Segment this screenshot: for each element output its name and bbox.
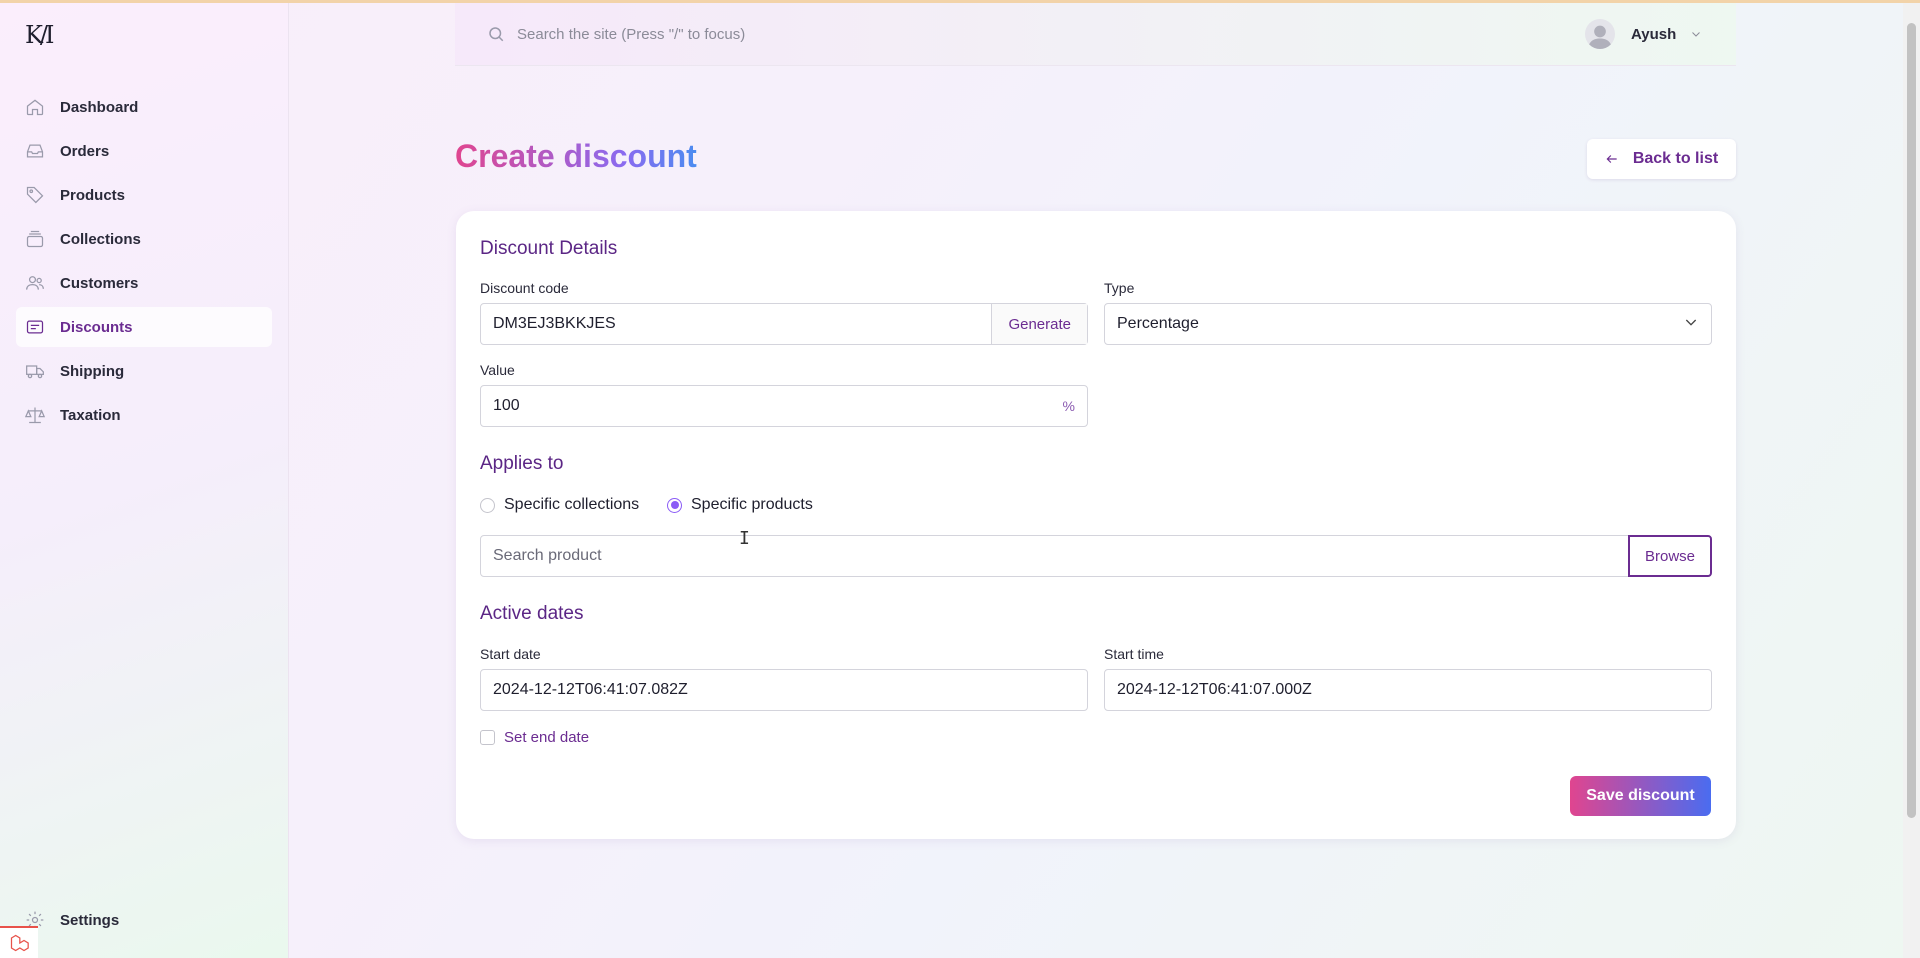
sidebar-item-discounts[interactable]: Discounts <box>16 307 272 347</box>
radio-button-checked[interactable] <box>667 497 682 513</box>
discount-code-field: Generate <box>480 303 1088 345</box>
receipt-icon <box>24 316 46 338</box>
users-icon <box>24 272 46 294</box>
truck-icon <box>24 360 46 382</box>
type-select[interactable]: Percentage <box>1104 303 1712 345</box>
applies-to-title: Applies to <box>480 453 564 474</box>
user-name: Ayush <box>1631 25 1677 43</box>
home-icon <box>24 96 46 118</box>
site-search <box>487 25 1017 43</box>
radio-specific-collections[interactable]: Specific collections <box>480 496 639 514</box>
start-date-label: Start date <box>480 646 541 662</box>
chevron-down-icon <box>1692 32 1701 37</box>
generate-button[interactable]: Generate <box>991 304 1087 344</box>
sidebar-item-dashboard[interactable]: Dashboard <box>16 87 272 127</box>
active-dates-title: Active dates <box>480 603 584 624</box>
sidebar-item-label: Orders <box>60 142 110 160</box>
value-input[interactable] <box>481 386 1051 426</box>
back-to-list-label: Back to list <box>1632 150 1719 167</box>
top-header: Ayush <box>455 3 1736 66</box>
value-field: % <box>480 385 1088 427</box>
sidebar-item-customers[interactable]: Customers <box>16 263 272 303</box>
radio-label: Specific products <box>691 496 813 513</box>
discount-details-title: Discount Details <box>480 238 618 259</box>
sidebar-item-label: Customers <box>60 274 139 292</box>
checkbox[interactable] <box>480 730 495 745</box>
stack-icon <box>24 228 46 250</box>
user-menu[interactable]: Ayush <box>1585 19 1702 49</box>
sidebar-item-settings[interactable]: Settings <box>24 909 119 931</box>
radio-button[interactable] <box>480 497 495 513</box>
set-end-date-checkbox[interactable]: Set end date <box>480 729 589 746</box>
sidebar-item-label: Shipping <box>60 362 125 380</box>
sidebar-item-products[interactable]: Products <box>16 175 272 215</box>
back-to-list-button[interactable]: Back to list <box>1587 139 1736 179</box>
sidebar-item-label: Collections <box>60 230 141 248</box>
type-label: Type <box>1104 280 1135 296</box>
discount-code-input[interactable] <box>481 304 992 344</box>
page-title: Create discount <box>455 138 697 174</box>
start-time-field <box>1104 669 1712 711</box>
product-search-field <box>480 535 1629 577</box>
sidebar-item-orders[interactable]: Orders <box>16 131 272 171</box>
avatar <box>1585 19 1615 49</box>
sidebar-item-label: Settings <box>60 911 120 929</box>
page-scrollbar[interactable] <box>1903 3 1920 958</box>
radio-label: Specific collections <box>504 496 640 513</box>
arrow-left-icon <box>1606 155 1617 163</box>
text-cursor-icon: I <box>739 528 750 549</box>
sidebar-item-label: Discounts <box>60 318 133 336</box>
sidebar-item-shipping[interactable]: Shipping <box>16 351 272 391</box>
discount-code-label: Discount code <box>480 280 569 296</box>
sidebar-item-collections[interactable]: Collections <box>16 219 272 259</box>
product-search-input[interactable] <box>481 536 1628 576</box>
type-select-value: Percentage <box>1117 315 1199 332</box>
save-discount-button[interactable]: Save discount <box>1570 776 1711 816</box>
start-time-input[interactable] <box>1105 670 1711 710</box>
sidebar-item-label: Taxation <box>60 406 121 424</box>
tag-icon <box>24 184 46 206</box>
discount-form-card: Discount Details Discount code Generate … <box>456 211 1736 839</box>
sidebar-item-taxation[interactable]: Taxation <box>16 395 272 435</box>
scrollbar-thumb[interactable] <box>1907 23 1916 818</box>
debug-badge[interactable] <box>0 926 38 958</box>
percent-suffix: % <box>1062 398 1075 414</box>
scale-icon <box>24 404 46 426</box>
checkbox-label: Set end date <box>504 729 590 746</box>
radio-specific-products[interactable]: Specific products <box>667 496 813 514</box>
start-date-input[interactable] <box>481 670 1087 710</box>
search-icon <box>489 27 504 42</box>
sidebar: K/I Dashboard Orders Products Collection… <box>0 3 289 958</box>
laravel-icon <box>10 934 29 952</box>
browse-button[interactable]: Browse <box>1628 535 1712 577</box>
sidebar-item-label: Dashboard <box>60 98 139 116</box>
value-label: Value <box>480 362 515 378</box>
start-date-field <box>480 669 1088 711</box>
chevron-down-icon <box>1683 314 1711 335</box>
search-input[interactable] <box>517 25 1017 43</box>
start-time-label: Start time <box>1104 646 1164 662</box>
sidebar-item-label: Products <box>60 186 126 204</box>
inbox-icon <box>24 140 46 162</box>
sidebar-nav: Dashboard Orders Products Collections Cu… <box>16 87 272 439</box>
app-logo[interactable]: K/I <box>25 21 54 49</box>
